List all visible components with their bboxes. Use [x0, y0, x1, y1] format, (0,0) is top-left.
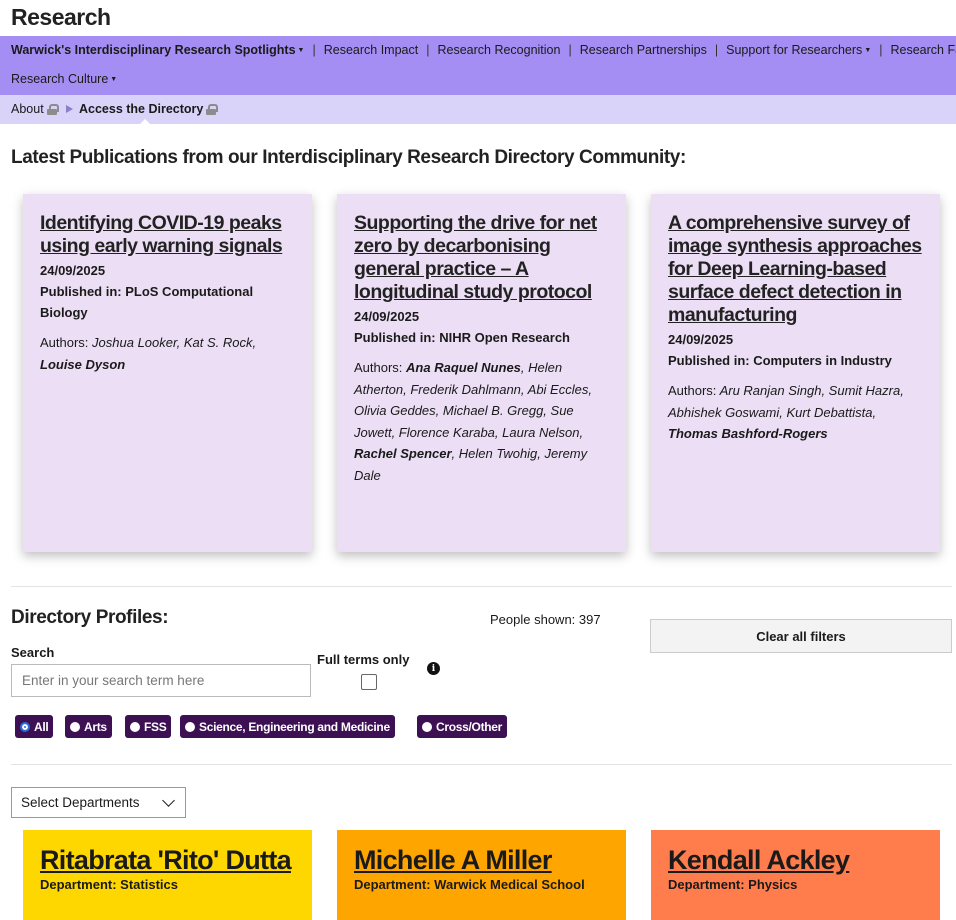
publication-date: 24/09/2025 [40, 263, 295, 278]
lock-icon [47, 104, 57, 115]
filter-all[interactable]: All [15, 715, 53, 738]
department-select[interactable]: Select Departments [11, 787, 186, 818]
filter-arts[interactable]: Arts [65, 715, 112, 738]
divider [11, 764, 952, 765]
publication-authors: Authors: Joshua Looker, Kat S. Rock, Lou… [40, 332, 295, 375]
breadcrumb-arrow-icon [66, 105, 73, 113]
profile-name-link[interactable]: Michelle A Miller [354, 848, 609, 873]
full-terms-label: Full terms only [317, 652, 409, 667]
nav-item-research-culture[interactable]: Research Culture▼ [11, 72, 117, 86]
people-shown-count: People shown: 397 [490, 612, 601, 627]
caret-down-icon: ▼ [864, 47, 871, 54]
chevron-down-icon [162, 794, 175, 807]
lock-icon [206, 104, 216, 115]
breadcrumb-item-about[interactable]: About [11, 102, 57, 116]
profile-card: Ritabrata 'Rito' Dutta Department: Stati… [23, 830, 312, 920]
publication-journal: Published in: NIHR Open Research [354, 327, 609, 348]
nav-item-spotlights[interactable]: Warwick's Interdisciplinary Research Spo… [11, 43, 304, 57]
full-terms-checkbox[interactable] [361, 674, 377, 690]
filter-sem[interactable]: Science, Engineering and Medicine [180, 715, 395, 738]
publication-authors: Authors: Aru Ranjan Singh, Sumit Hazra, … [668, 380, 923, 445]
publication-title-link[interactable]: Supporting the drive for net zero by dec… [354, 212, 609, 304]
clear-filters-button[interactable]: Clear all filters [650, 619, 952, 653]
nav-separator: | [879, 43, 882, 57]
nav-item-research-impact[interactable]: Research Impact [324, 43, 418, 57]
divider [11, 586, 952, 587]
profile-department: Department: Physics [668, 877, 923, 892]
nav-item-research-recognition[interactable]: Research Recognition [437, 43, 560, 57]
nav-row-2: Research Culture▼ [11, 72, 117, 86]
search-input[interactable] [11, 664, 311, 697]
publication-date: 24/09/2025 [668, 332, 923, 347]
publication-authors: Authors: Ana Raquel Nunes, Helen Atherto… [354, 357, 609, 486]
caret-down-icon: ▼ [110, 76, 117, 83]
publication-title-link[interactable]: A comprehensive survey of image synthesi… [668, 212, 923, 327]
publication-title-link[interactable]: Identifying COVID-19 peaks using early w… [40, 212, 295, 258]
active-crumb-notch [140, 119, 150, 124]
caret-down-icon: ▼ [298, 47, 305, 54]
nav-row-1: Warwick's Interdisciplinary Research Spo… [11, 43, 956, 57]
radio-selected-icon [20, 722, 30, 732]
publication-card: A comprehensive survey of image synthesi… [651, 194, 940, 552]
publication-journal: Published in: Computers in Industry [668, 350, 923, 371]
publication-card: Supporting the drive for net zero by dec… [337, 194, 626, 552]
nav-item-research-facilities[interactable]: Research Facilities [891, 43, 956, 57]
filter-cross-other[interactable]: Cross/Other [417, 715, 507, 738]
profile-department: Department: Statistics [40, 877, 295, 892]
nav-separator: | [568, 43, 571, 57]
breadcrumb-item-access-directory[interactable]: Access the Directory [79, 102, 216, 116]
radio-icon [185, 722, 195, 732]
radio-icon [130, 722, 140, 732]
publication-date: 24/09/2025 [354, 309, 609, 324]
info-icon[interactable]: i [427, 662, 440, 675]
nav-separator: | [715, 43, 718, 57]
nav-item-support-for-researchers[interactable]: Support for Researchers▼ [726, 43, 871, 57]
site-title[interactable]: Research [11, 4, 111, 31]
directory-heading: Directory Profiles: [11, 607, 168, 629]
profile-name-link[interactable]: Kendall Ackley [668, 848, 923, 873]
profile-card: Kendall Ackley Department: Physics [651, 830, 940, 920]
radio-icon [422, 722, 432, 732]
profile-department: Department: Warwick Medical School [354, 877, 609, 892]
radio-icon [70, 722, 80, 732]
filter-fss[interactable]: FSS [125, 715, 171, 738]
nav-item-research-partnerships[interactable]: Research Partnerships [580, 43, 707, 57]
main-navigation: Warwick's Interdisciplinary Research Spo… [0, 36, 956, 95]
publication-journal: Published in: PLoS Computational Biology [40, 281, 295, 323]
nav-separator: | [426, 43, 429, 57]
profile-name-link[interactable]: Ritabrata 'Rito' Dutta [40, 848, 295, 873]
search-label: Search [11, 645, 54, 660]
publications-heading: Latest Publications from our Interdiscip… [11, 147, 686, 169]
profile-card: Michelle A Miller Department: Warwick Me… [337, 830, 626, 920]
publication-card: Identifying COVID-19 peaks using early w… [23, 194, 312, 552]
nav-separator: | [312, 43, 315, 57]
